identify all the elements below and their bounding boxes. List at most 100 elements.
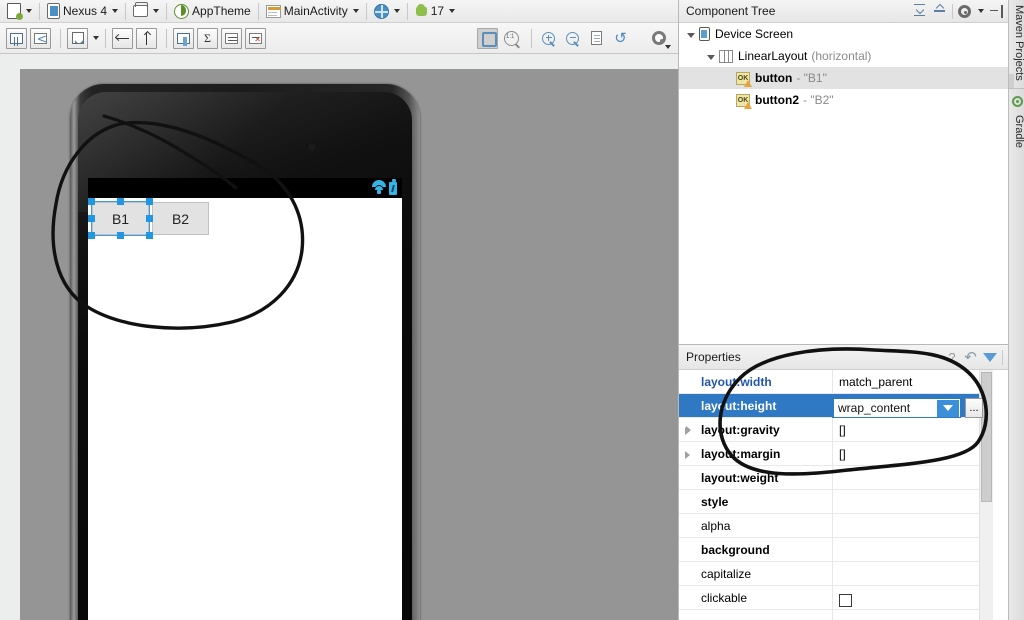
property-row-alpha[interactable]: alpha — [679, 513, 993, 538]
chevron-down-icon[interactable] — [937, 399, 959, 417]
zoom-to-fit-button[interactable] — [586, 28, 607, 49]
collapse-all-icon[interactable] — [932, 4, 947, 19]
assign-weights-button[interactable] — [221, 27, 242, 49]
undo-icon[interactable]: ↶ — [963, 350, 978, 365]
zoom-in-button[interactable] — [538, 28, 559, 49]
tool-tab-maven-projects[interactable]: Maven Projects — [1009, 2, 1024, 81]
preview-button-b2[interactable]: B2 — [152, 202, 209, 235]
resize-handle-s[interactable] — [117, 232, 124, 239]
expand-all-icon[interactable] — [912, 3, 927, 19]
app-content-root[interactable]: B1 B2 — [88, 198, 402, 620]
match-width-button[interactable] — [112, 27, 133, 49]
property-row-partial[interactable] — [679, 609, 993, 620]
gear-icon[interactable] — [958, 4, 971, 18]
toolbar-theme-selector[interactable]: AppTheme — [170, 1, 255, 21]
property-value[interactable]: [] — [832, 441, 993, 466]
scale-clear-icon — [249, 32, 262, 44]
hide-panel-icon[interactable] — [989, 4, 1004, 19]
chevron-down-icon[interactable] — [93, 36, 99, 40]
tree-node-button2[interactable]: OK button2 - "B2" — [679, 89, 1009, 111]
property-value[interactable]: [] — [832, 417, 993, 442]
expand-layout-gravity-icon[interactable] — [685, 427, 690, 435]
property-row-capitalize[interactable]: capitalize — [679, 561, 993, 586]
property-name: alpha — [701, 518, 731, 533]
toolbar-divider — [125, 2, 127, 20]
property-value[interactable] — [832, 465, 993, 490]
chevron-down-icon[interactable] — [707, 54, 715, 60]
tree-node-button[interactable]: OK button - "B1" — [679, 67, 1009, 89]
sum-weights-button[interactable]: Σ — [197, 27, 218, 49]
properties-header: Properties ? ↶ — [679, 345, 1009, 375]
show-columns-button[interactable] — [6, 27, 27, 49]
resize-handle-se[interactable] — [146, 232, 153, 239]
toolbar-locale-selector[interactable] — [370, 1, 404, 21]
refresh-render-button[interactable] — [477, 27, 498, 49]
chevron-down-icon — [153, 9, 160, 13]
cut-overlays-button[interactable] — [30, 27, 51, 49]
render-settings-button[interactable] — [648, 28, 671, 49]
toolbar-divider — [365, 2, 367, 20]
toolbar-divider — [952, 3, 953, 19]
property-row-layout-width[interactable]: layout:width match_parent — [679, 369, 993, 394]
chevron-down-icon[interactable] — [978, 9, 984, 13]
properties-title: Properties — [686, 350, 741, 364]
theme-label: AppTheme — [192, 4, 251, 18]
toolbar-api-selector[interactable]: 17 — [411, 1, 459, 21]
property-value[interactable] — [832, 609, 993, 620]
zoom-actual-size-button[interactable] — [501, 28, 522, 49]
tree-node-label: Device Screen — [715, 27, 794, 41]
resize-handle-ne[interactable] — [146, 198, 153, 205]
layout-height-value[interactable]: wrap_content — [834, 401, 937, 415]
property-row-style[interactable]: style — [679, 489, 993, 514]
match-height-button[interactable] — [136, 27, 157, 49]
toolbar-divider — [166, 2, 168, 20]
tree-node-linearlayout[interactable]: LinearLayout (horizontal) — [679, 45, 1009, 67]
tree-node-device-screen[interactable]: Device Screen — [679, 23, 1009, 45]
chevron-down-icon — [26, 9, 32, 13]
tool-tab-gradle[interactable]: Gradle — [1009, 112, 1024, 148]
device-screen[interactable]: B1 B2 — [88, 178, 402, 620]
property-value[interactable] — [832, 513, 993, 538]
expand-mode-button[interactable] — [67, 27, 88, 49]
refresh-layout-button[interactable]: ↺ — [610, 28, 631, 49]
property-value[interactable]: match_parent — [832, 369, 993, 394]
property-row-background[interactable]: background — [679, 537, 993, 562]
toolbar-activity-selector[interactable]: MainActivity — [262, 1, 363, 21]
property-row-layout-gravity[interactable]: layout:gravity [] — [679, 417, 993, 442]
tree-node-label: LinearLayout — [738, 49, 808, 63]
layout-height-combobox[interactable]: wrap_content — [833, 398, 961, 418]
resize-handle-e[interactable] — [146, 215, 153, 222]
resize-handle-w[interactable] — [88, 215, 95, 222]
expand-layout-margin-icon[interactable] — [685, 451, 690, 459]
component-tree-body[interactable]: Device Screen LinearLayout (horizontal) … — [679, 23, 1009, 345]
design-canvas-area[interactable]: B1 B2 — [0, 54, 678, 620]
resize-handle-nw[interactable] — [88, 198, 95, 205]
tool-window-divider — [1009, 88, 1024, 89]
property-name: clickable — [701, 590, 748, 605]
distribute-columns-button[interactable] — [173, 27, 194, 49]
help-icon[interactable]: ? — [946, 350, 958, 365]
chevron-down-icon[interactable] — [687, 32, 695, 38]
filter-icon[interactable] — [983, 352, 997, 375]
toolbar-device-selector[interactable]: Nexus 4 — [43, 1, 122, 21]
activity-icon — [265, 4, 281, 18]
layout-height-browse-button[interactable]: ... — [965, 398, 983, 418]
properties-scrollbar-thumb[interactable] — [981, 372, 992, 502]
clear-weights-button[interactable] — [245, 27, 266, 49]
resize-handle-sw[interactable] — [88, 232, 95, 239]
toolbar-orientation-selector[interactable] — [129, 1, 163, 21]
property-name: style — [701, 494, 729, 509]
property-value[interactable] — [832, 489, 993, 514]
design-canvas[interactable]: B1 B2 — [20, 69, 678, 620]
clickable-checkbox[interactable] — [839, 594, 852, 608]
android-studio-layout-editor: Nexus 4 AppTheme MainActivity 17 Σ ✕ 1:1… — [0, 0, 1024, 620]
property-value[interactable] — [832, 537, 993, 562]
zoom-out-button[interactable] — [562, 28, 583, 49]
property-value[interactable] — [832, 561, 993, 586]
property-row-layout-weight[interactable]: layout:weight — [679, 465, 993, 490]
property-row-layout-margin[interactable]: layout:margin [] — [679, 441, 993, 466]
resize-handle-n[interactable] — [117, 198, 124, 205]
property-row-clickable[interactable]: clickable — [679, 585, 993, 610]
zoom-out-icon — [566, 31, 579, 47]
toolbar-layout-file-button[interactable] — [3, 1, 36, 21]
